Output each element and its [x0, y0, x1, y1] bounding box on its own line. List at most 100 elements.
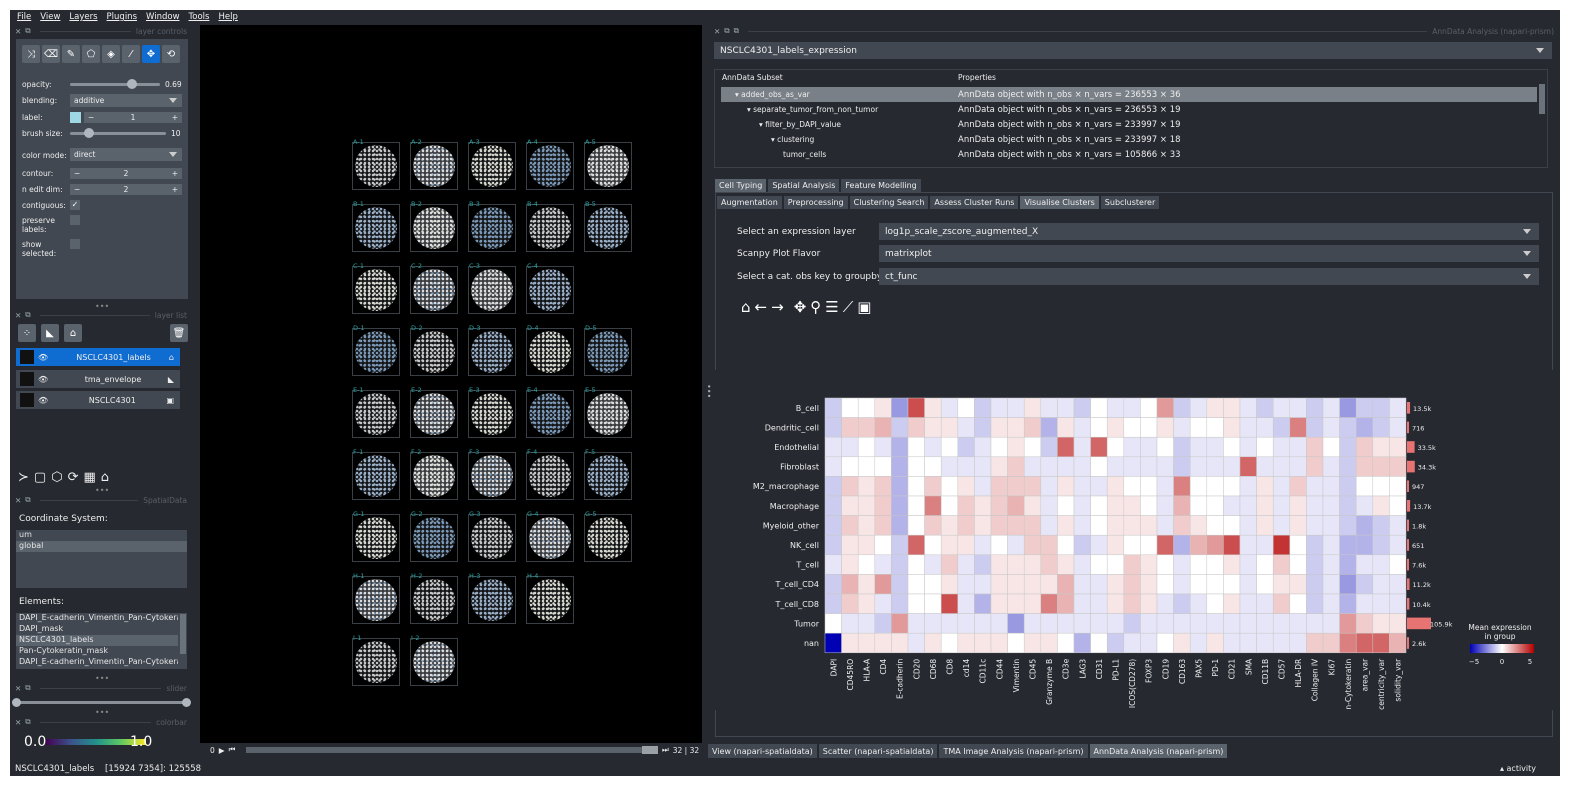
plus-icon[interactable]: +	[172, 169, 178, 178]
step-end-icon[interactable]: ⏭	[662, 745, 669, 755]
zoom-icon[interactable]: ⚲	[810, 298, 821, 316]
polygon-icon[interactable]: ⬠	[82, 45, 100, 63]
n-edit-dim-spinbox[interactable]: − 2 +	[70, 184, 182, 195]
menu-plugins[interactable]: Plugins	[107, 12, 137, 22]
element-item[interactable]: NSCLC4301_labels	[16, 635, 178, 646]
viewer-canvas[interactable]: A-1 A-2 A-3 A-4 A-5 B-1 B-2 B-3 B-4 B-5 C-1 C-2 C-3 C…	[200, 25, 702, 743]
float-icon[interactable]: ⧉	[25, 310, 30, 320]
element-item[interactable]: DAPI_E-cadherin_Vimentin_Pan-Cytokerati	[16, 657, 178, 668]
opacity-slider-knob[interactable]	[127, 79, 138, 89]
close-icon[interactable]: ✕	[714, 27, 720, 36]
play-icon[interactable]: ▶	[219, 746, 225, 755]
tree-item-name[interactable]: ▾ clustering	[771, 132, 814, 147]
close-icon[interactable]: ✕	[15, 718, 21, 727]
tab-augmentation[interactable]: Augmentation	[717, 196, 782, 209]
slider-knob-right[interactable]	[182, 698, 191, 707]
menu-help[interactable]: Help	[218, 12, 237, 22]
color-mode-select[interactable]: direct	[70, 148, 182, 161]
menu-window[interactable]: Window	[146, 12, 180, 22]
tree-item-name[interactable]: ▾ separate_tumor_from_non_tumor	[747, 102, 878, 117]
tab-clustering-search[interactable]: Clustering Search	[849, 196, 929, 209]
shuffle-icon[interactable]: ⤨	[22, 45, 40, 63]
close-icon[interactable]: ✕	[15, 496, 21, 505]
step-start-icon[interactable]: ⏮	[229, 745, 236, 755]
menu-tools[interactable]: Tools	[189, 12, 210, 22]
dims-slider[interactable]	[246, 747, 646, 753]
tree-item-name[interactable]: tumor_cells	[783, 147, 826, 162]
menu-view[interactable]: View	[40, 12, 60, 22]
float-icon[interactable]: ⧉	[25, 495, 30, 505]
close-icon[interactable]: ✕	[15, 311, 21, 320]
paint-brush-icon[interactable]: ✎	[62, 45, 80, 63]
scrollbar[interactable]	[180, 614, 186, 654]
dims-slider-handle[interactable]	[642, 746, 658, 754]
contour-spinbox[interactable]: − 2 +	[70, 168, 182, 179]
home-icon[interactable]: ⌂	[741, 298, 751, 316]
new-labels-icon[interactable]: ⌂	[64, 324, 82, 342]
minus-icon[interactable]: −	[88, 113, 94, 122]
tree-item-name[interactable]: ▾ added_obs_as_var	[735, 87, 810, 102]
tree-item-name[interactable]: ▾ filter_by_DAPI_value	[759, 117, 841, 132]
float-icon[interactable]: ⧉	[25, 26, 30, 36]
configure-subplots-icon[interactable]: ☰	[825, 298, 838, 316]
eraser-icon[interactable]: ⌫	[42, 45, 60, 63]
dock-tab-scatter-spatialdata[interactable]: Scatter (napari-spatialdata)	[818, 744, 938, 758]
console-icon[interactable]: ≻	[18, 470, 29, 485]
dock-tab-tma-image-analysis[interactable]: TMA Image Analysis (napari-prism)	[939, 744, 1088, 758]
close-icon[interactable]: ✕	[15, 684, 21, 693]
plot-flavor-select[interactable]: matrixplot	[879, 245, 1539, 262]
element-item[interactable]: DAPI_E-cadherin_Vimentin_Pan-Cytokerati	[16, 613, 178, 624]
splitter-handle[interactable]: •••	[95, 708, 109, 717]
close-icon[interactable]: ✕	[15, 27, 21, 36]
save-icon[interactable]: ▣	[857, 298, 871, 316]
tab-subclusterer[interactable]: Subclusterer	[1100, 196, 1160, 209]
grid-icon[interactable]: ▦	[83, 470, 95, 485]
show-selected-checkbox[interactable]	[70, 239, 80, 249]
slider-track[interactable]	[16, 701, 188, 704]
minus-icon[interactable]: −	[74, 185, 80, 194]
new-shapes-icon[interactable]: ◣	[41, 324, 59, 342]
slider-knob-left[interactable]	[12, 698, 21, 707]
expression-layer-select[interactable]: log1p_scale_zscore_augmented_X	[879, 223, 1539, 240]
tab-preprocessing[interactable]: Preprocessing	[783, 196, 848, 209]
plus-icon[interactable]: +	[172, 185, 178, 194]
back-arrow-icon[interactable]: ←	[755, 298, 768, 316]
menu-layers[interactable]: Layers	[69, 12, 97, 22]
float-icon[interactable]: ⧉	[25, 717, 30, 727]
element-item[interactable]: DAPI_mask	[16, 624, 187, 635]
square-icon[interactable]: ▢	[34, 470, 46, 485]
pan-icon[interactable]: ✥	[794, 298, 807, 316]
float-icon[interactable]: ⧉	[724, 26, 729, 36]
home-icon[interactable]: ⌂	[101, 470, 109, 485]
anndata-select[interactable]: NSCLC4301_labels_expression	[714, 42, 1552, 59]
rotate-icon[interactable]: ⟳	[68, 470, 79, 485]
undock-icon[interactable]: ⧉	[734, 26, 739, 36]
cube-icon[interactable]: ⬡	[51, 470, 62, 485]
coord-item-um[interactable]: um	[16, 530, 187, 541]
fill-bucket-icon[interactable]: ◈	[102, 45, 120, 63]
edit-axes-icon[interactable]: ⟋	[843, 298, 854, 316]
delete-layer-icon[interactable]: 🗑	[170, 324, 188, 342]
forward-arrow-icon[interactable]: →	[771, 298, 784, 316]
tab-spatial-analysis[interactable]: Spatial Analysis	[768, 179, 840, 192]
minus-icon[interactable]: −	[74, 169, 80, 178]
tab-cell-typing[interactable]: Cell Typing	[715, 179, 767, 192]
layer-item-envelope[interactable]: 👁 tma_envelope ◣	[16, 370, 180, 388]
activity-button[interactable]: ▴ activity	[1500, 764, 1536, 773]
splitter-handle[interactable]: •••	[95, 674, 109, 683]
layer-item-labels[interactable]: 👁 NSCLC4301_labels ⌂	[16, 348, 180, 366]
menu-file[interactable]: File	[17, 12, 31, 22]
transform-icon[interactable]: ⟲	[162, 45, 180, 63]
element-item[interactable]: Pan-Cytokeratin_mask	[16, 646, 187, 657]
coord-item-global[interactable]: global	[16, 541, 187, 552]
scrollbar[interactable]	[1539, 84, 1545, 114]
label-spinbox[interactable]: − 1 +	[84, 112, 182, 123]
float-icon[interactable]: ⧉	[25, 683, 30, 693]
eye-icon[interactable]: 👁	[38, 353, 48, 362]
layer-item-image[interactable]: 👁 NSCLC4301 ▣	[16, 391, 180, 409]
splitter-handle[interactable]: •••	[95, 486, 109, 495]
tab-feature-modelling[interactable]: Feature Modelling	[841, 179, 921, 192]
tab-assess-cluster-runs[interactable]: Assess Cluster Runs	[930, 196, 1019, 209]
preserve-labels-checkbox[interactable]	[70, 215, 80, 225]
brush-slider-knob[interactable]	[84, 128, 95, 138]
